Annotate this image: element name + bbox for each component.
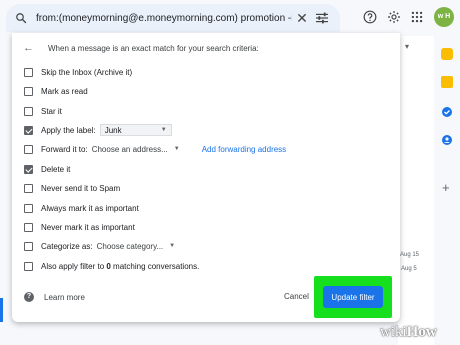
settings-icon[interactable] xyxy=(387,10,401,24)
checkbox[interactable] xyxy=(24,222,33,232)
forward-address-select[interactable]: Choose an address... ▼ xyxy=(92,145,180,154)
option-mark-read[interactable]: Mark as read xyxy=(24,84,88,98)
dropdown-caret-icon: ▼ xyxy=(169,243,176,249)
search-options-icon[interactable] xyxy=(312,12,332,24)
option-label: Categorize as: xyxy=(41,241,93,251)
option-label: Never mark it as important xyxy=(41,222,135,232)
list-caret-icon[interactable]: ▾ xyxy=(405,42,409,51)
help-icon: ? xyxy=(24,292,34,302)
search-input[interactable]: from:(moneymorning@e.moneymorning.com) p… xyxy=(36,13,292,24)
checkbox[interactable] xyxy=(24,203,33,213)
apps-icon[interactable] xyxy=(410,10,424,24)
cancel-button[interactable]: Cancel xyxy=(284,292,309,301)
checkbox[interactable] xyxy=(24,106,33,116)
option-label: Mark as read xyxy=(41,86,88,96)
search-bar[interactable]: from:(moneymorning@e.moneymorning.com) p… xyxy=(6,4,340,32)
dropdown-caret-icon: ▼ xyxy=(173,146,180,152)
checkbox-checked[interactable] xyxy=(24,164,33,174)
update-filter-button[interactable]: Update filter xyxy=(323,286,383,308)
learn-more[interactable]: ? Learn more xyxy=(24,292,85,302)
option-delete[interactable]: Delete it xyxy=(24,162,70,176)
option-never-spam[interactable]: Never send it to Spam xyxy=(24,181,120,195)
update-filter-highlight: Update filter xyxy=(314,276,392,318)
checkbox[interactable] xyxy=(24,67,33,77)
search-icon[interactable] xyxy=(15,12,27,24)
checkbox[interactable] xyxy=(24,183,33,193)
checkbox[interactable] xyxy=(24,144,33,154)
option-label: Apply the label: xyxy=(41,125,96,135)
add-addon-icon[interactable]: + xyxy=(442,180,450,195)
checkbox[interactable] xyxy=(24,261,33,271)
checkbox-checked[interactable] xyxy=(24,125,33,135)
avatar[interactable]: w H xyxy=(434,7,454,27)
mail-list-background: ▾ Aug 15 Aug 5 xyxy=(398,36,434,345)
option-label: Delete it xyxy=(41,164,71,174)
option-label: Forward it to: xyxy=(41,144,88,154)
option-categorize[interactable]: Categorize as: Choose category... ▼ xyxy=(24,239,175,253)
option-never-important[interactable]: Never mark it as important xyxy=(24,220,135,234)
wikihow-watermark: wikiHow xyxy=(380,324,437,340)
option-star[interactable]: Star it xyxy=(24,104,62,118)
contacts-icon[interactable] xyxy=(441,134,453,146)
option-always-important[interactable]: Always mark it as important xyxy=(24,201,139,215)
list-date: Aug 15 xyxy=(400,252,420,258)
option-label: Also apply filter to 0 matching conversa… xyxy=(41,261,200,271)
list-date: Aug 5 xyxy=(401,266,417,272)
dropdown-caret-icon: ▼ xyxy=(160,127,167,133)
category-select[interactable]: Choose category... ▼ xyxy=(97,242,176,251)
clear-search-icon[interactable]: ✕ xyxy=(292,10,312,27)
label-select-value: Junk xyxy=(104,125,122,135)
filter-heading: When a message is an exact match for you… xyxy=(48,43,259,53)
add-forwarding-address-link[interactable]: Add forwarding address xyxy=(202,145,287,154)
checkbox[interactable] xyxy=(24,241,33,251)
option-label: Never send it to Spam xyxy=(41,183,121,193)
tasks-icon[interactable] xyxy=(441,106,453,118)
help-icon[interactable] xyxy=(363,10,377,24)
option-label: Star it xyxy=(41,106,62,116)
option-label: Skip the Inbox (Archive it) xyxy=(41,67,133,77)
nav-indicator xyxy=(0,298,3,322)
option-skip-inbox[interactable]: Skip the Inbox (Archive it) xyxy=(24,65,132,79)
calendar-icon[interactable] xyxy=(441,48,453,60)
checkbox[interactable] xyxy=(24,86,33,96)
option-forward[interactable]: Forward it to: Choose an address... ▼ Ad… xyxy=(24,142,286,156)
option-apply-existing[interactable]: Also apply filter to 0 matching conversa… xyxy=(24,259,199,273)
learn-more-link[interactable]: Learn more xyxy=(44,293,85,302)
side-panel: + xyxy=(434,36,460,345)
option-apply-label[interactable]: Apply the label: Junk ▼ xyxy=(24,123,172,137)
option-label: Always mark it as important xyxy=(41,203,139,213)
category-select-value: Choose category... xyxy=(96,241,164,251)
label-select[interactable]: Junk ▼ xyxy=(99,124,172,136)
forward-select-value: Choose an address... xyxy=(91,144,168,154)
filter-header: ← When a message is an exact match for y… xyxy=(12,40,400,56)
keep-icon[interactable] xyxy=(441,76,453,88)
top-bar: from:(moneymorning@e.moneymorning.com) p… xyxy=(0,0,460,36)
back-arrow-icon[interactable]: ← xyxy=(23,42,37,54)
